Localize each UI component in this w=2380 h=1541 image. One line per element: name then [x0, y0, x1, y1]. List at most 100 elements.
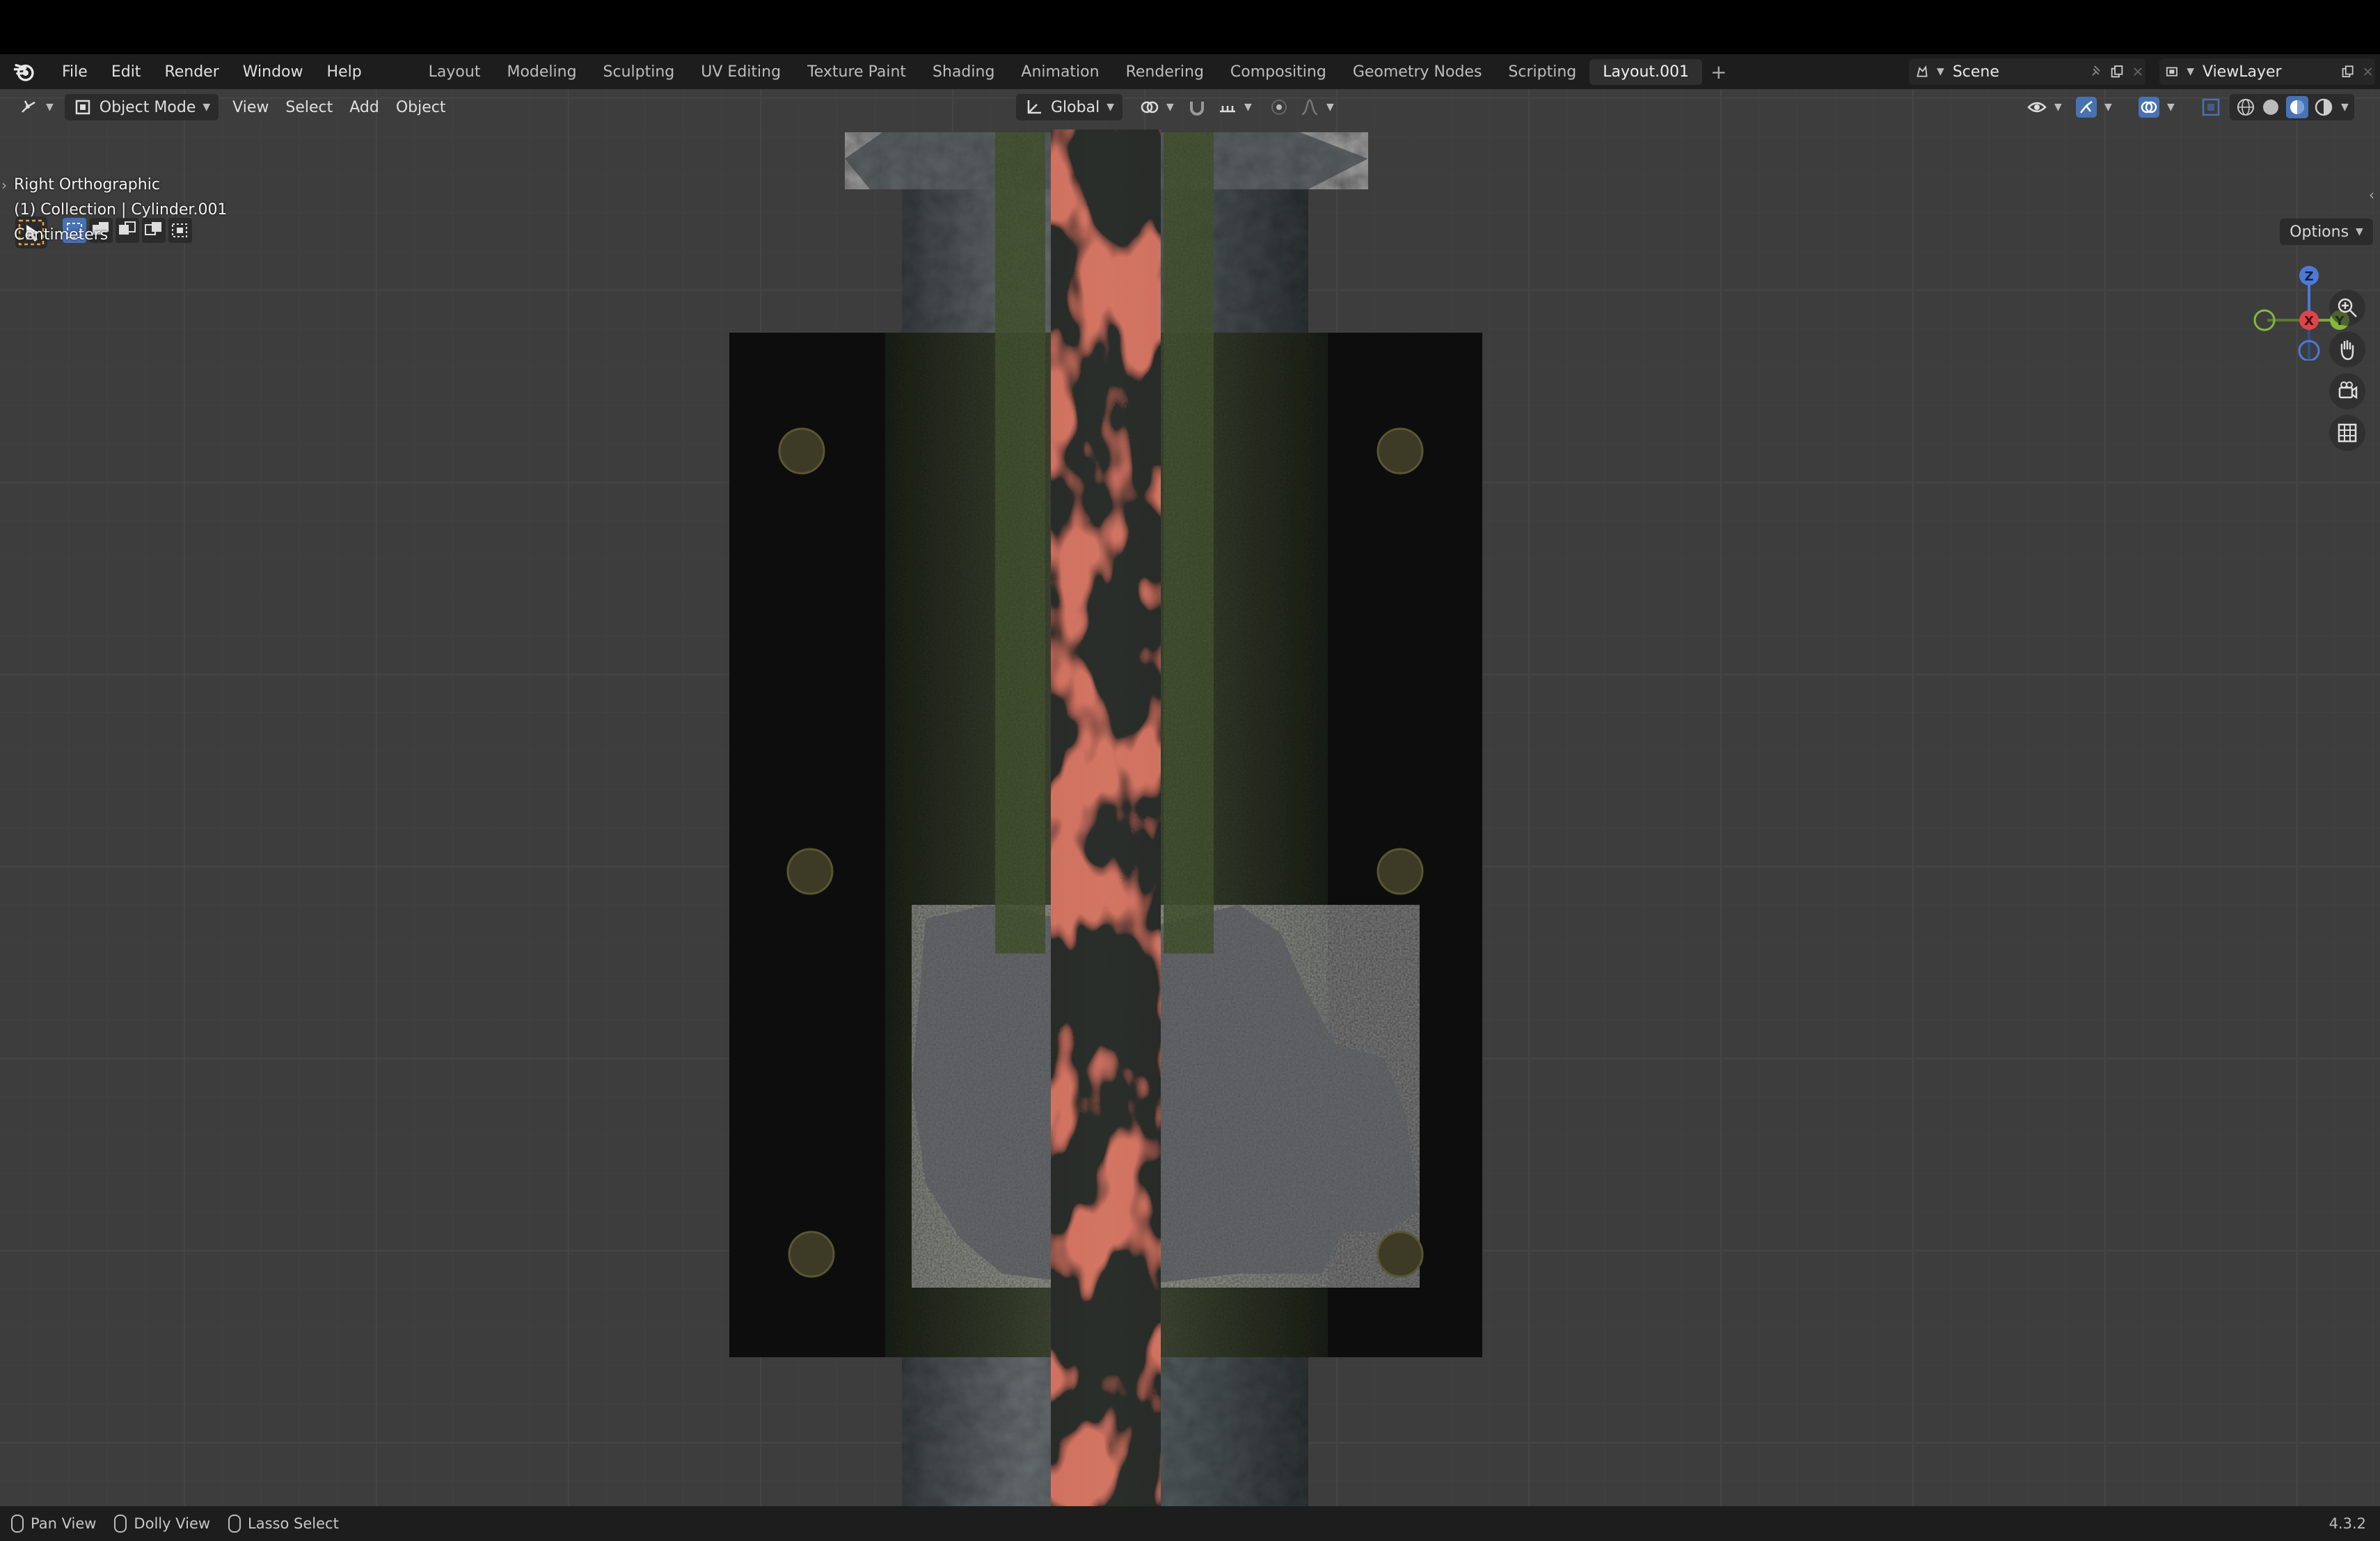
perspective-toggle-button[interactable] [2329, 415, 2365, 451]
menu-edit[interactable]: Edit [100, 63, 153, 81]
tab-uv-editing[interactable]: UV Editing [688, 59, 794, 85]
status-bar: Pan View Dolly View Lasso Select 4.3.2 [0, 1506, 2380, 1541]
view-layer-icon [2166, 67, 2177, 77]
wireframe-shading-icon[interactable] [2235, 97, 2256, 118]
chevron-down-icon: ▼ [46, 102, 54, 113]
menu-window[interactable]: Window [231, 63, 315, 81]
bolt-marker[interactable] [786, 848, 834, 895]
tab-texture-paint[interactable]: Texture Paint [794, 59, 919, 85]
bolt-marker[interactable] [788, 1231, 835, 1278]
chevron-down-icon: ▼ [1166, 102, 1174, 113]
lasso-select-label: Lasso Select [248, 1515, 339, 1532]
tab-animation[interactable]: Animation [1008, 59, 1112, 85]
status-pan-hint: Pan View [11, 1515, 96, 1533]
chevron-down-icon: ▼ [203, 102, 211, 113]
status-dolly-hint: Dolly View [114, 1515, 210, 1533]
material-preview-icon[interactable] [2285, 95, 2309, 119]
snap-increment-icon [1220, 106, 1235, 113]
new-scene-icon[interactable] [2109, 61, 2125, 82]
new-view-layer-icon[interactable] [2340, 61, 2355, 82]
dark-panel-left[interactable] [729, 333, 885, 1357]
menu-help[interactable]: Help [315, 63, 374, 81]
falloff-button[interactable]: ▼ [1292, 94, 1342, 120]
pin-icon[interactable] [2088, 61, 2104, 82]
menu-select[interactable]: Select [277, 94, 341, 120]
view-layer-selector[interactable]: ▼ ViewLayer [2159, 58, 2375, 85]
editor-type-icon [22, 100, 35, 113]
tab-layout[interactable]: Layout [415, 59, 494, 85]
chevron-down-icon[interactable]: ▼ [2341, 102, 2349, 113]
menu-view[interactable]: View [224, 94, 277, 120]
visibility-button[interactable]: ▼ [2018, 94, 2070, 120]
tab-scripting[interactable]: Scripting [1495, 59, 1589, 85]
menu-file[interactable]: File [50, 63, 100, 81]
sidebar-toggle[interactable]: ‹ [2369, 187, 2374, 203]
menu-render[interactable]: Render [152, 63, 230, 81]
view-layer-name[interactable]: ViewLayer [2203, 63, 2282, 81]
gizmo-z-label: Z [2304, 269, 2313, 284]
viewport-info-overlay: Right Orthographic (1) Collection | Cyli… [14, 173, 227, 248]
gizmo-icon [2076, 97, 2097, 118]
tab-modeling[interactable]: Modeling [493, 59, 589, 85]
proportional-edit-icon [1271, 100, 1287, 115]
overlays-toggle[interactable]: ▼ [2129, 94, 2183, 120]
chevron-down-icon: ▼ [1106, 102, 1114, 113]
tab-rendering[interactable]: Rendering [1113, 59, 1217, 85]
mouse-middle-icon [11, 1515, 24, 1533]
camera-icon [2338, 381, 2358, 400]
menu-object[interactable]: Object [388, 94, 454, 120]
camera-view-button[interactable] [2329, 373, 2365, 409]
dolly-view-label: Dolly View [134, 1515, 211, 1532]
bolt-marker[interactable] [1377, 427, 1424, 475]
falloff-curve-icon [1301, 99, 1318, 116]
snap-target-button[interactable]: ▼ [1209, 94, 1260, 120]
scene-icon [1917, 65, 1928, 77]
chevron-down-icon: ▼ [1326, 102, 1334, 113]
xray-icon [2202, 98, 2220, 116]
pivot-point-button[interactable]: ▼ [1132, 94, 1182, 120]
eye-icon [2027, 102, 2047, 113]
grid-icon [2338, 423, 2357, 443]
bolt-marker[interactable] [778, 427, 825, 475]
tab-layout-001[interactable]: Layout.001 [1589, 58, 1703, 85]
blender-logo-icon[interactable] [13, 60, 36, 84]
chevron-down-icon: ▼ [2104, 102, 2112, 113]
solid-shading-icon[interactable] [2260, 97, 2281, 118]
scene-name[interactable]: Scene [1953, 63, 1999, 81]
viewport-header: ▼ Object Mode ▼ View Select Add Object G… [0, 89, 2380, 125]
menu-add[interactable]: Add [341, 94, 388, 120]
pan-button[interactable] [2329, 331, 2365, 368]
tab-geometry-nodes[interactable]: Geometry Nodes [1340, 59, 1496, 85]
pan-view-label: Pan View [31, 1515, 97, 1532]
options-dropdown[interactable]: Options ▼ [2280, 219, 2373, 245]
chevron-down-icon: ▼ [2167, 102, 2175, 113]
scene-render[interactable] [0, 89, 2380, 1506]
toolbar-toggle[interactable]: › [1, 177, 7, 193]
tab-compositing[interactable]: Compositing [1217, 59, 1340, 85]
add-workspace-button[interactable]: + [1702, 61, 1735, 84]
transform-orientation-select[interactable]: Global ▼ [1016, 94, 1122, 120]
scene-selector[interactable]: ▼ Scene [1909, 58, 2145, 85]
xray-toggle[interactable] [2192, 94, 2230, 120]
3d-viewport[interactable]: ▼ Object Mode ▼ View Select Add Object G… [0, 89, 2380, 1506]
object-mode-icon [75, 100, 90, 115]
tab-sculpting[interactable]: Sculpting [590, 59, 688, 85]
view-name: Right Orthographic [14, 176, 160, 193]
workspace-tabs: Layout Modeling Sculpting UV Editing Tex… [415, 58, 1736, 85]
hand-icon [2340, 340, 2354, 361]
moss-strip-left[interactable] [995, 132, 1045, 954]
close-icon[interactable] [2361, 61, 2375, 82]
bolt-marker[interactable] [1377, 848, 1424, 895]
mode-select[interactable]: Object Mode ▼ [64, 94, 219, 120]
close-icon[interactable] [2130, 61, 2145, 82]
editor-type-button[interactable]: ▼ [10, 94, 62, 120]
unit-system: Centimeters [14, 226, 109, 244]
gizmos-toggle[interactable]: ▼ [2067, 94, 2120, 120]
tab-shading[interactable]: Shading [919, 59, 1008, 85]
moss-strip-right[interactable] [1164, 132, 1214, 954]
pivot-icon [1141, 101, 1159, 113]
rendered-shading-icon[interactable] [2313, 97, 2334, 118]
zoom-button[interactable] [2329, 290, 2365, 326]
bolt-marker[interactable] [1377, 1231, 1424, 1278]
mode-label: Object Mode [99, 98, 196, 116]
